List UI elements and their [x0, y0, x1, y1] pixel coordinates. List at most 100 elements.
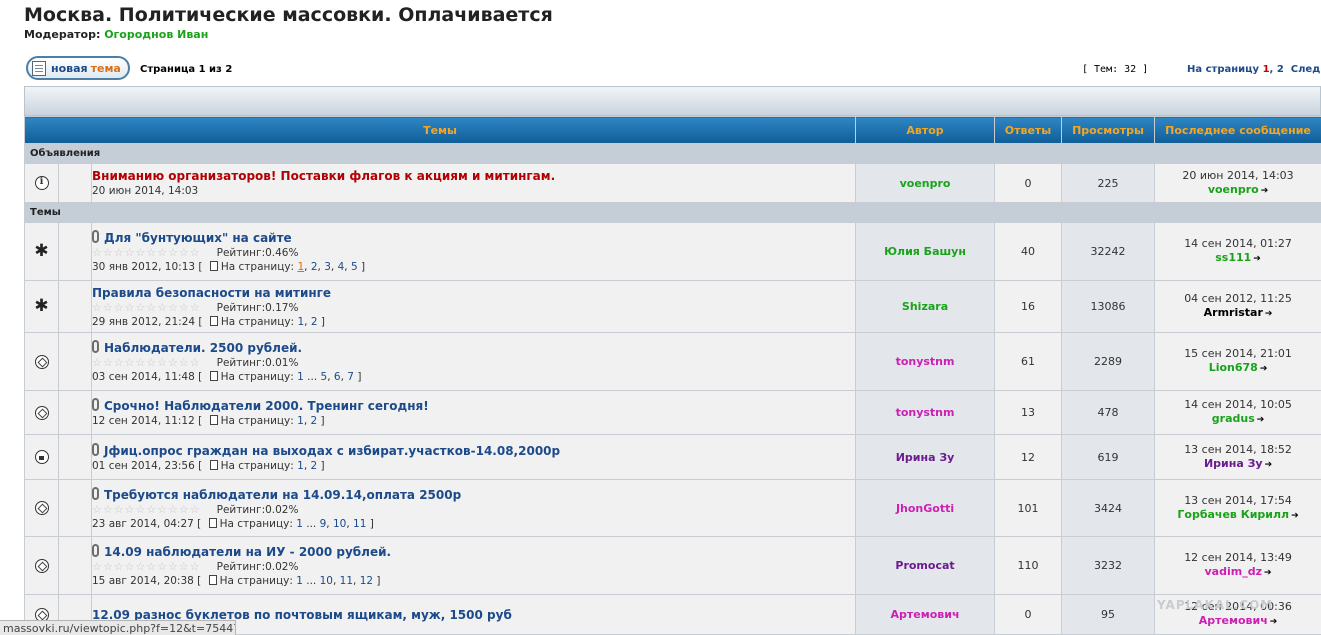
- topic-views: 13086: [1061, 280, 1156, 333]
- topic-date: 29 янв 2012, 21:24 [: [92, 315, 206, 328]
- topic-date: 12 сен 2014, 11:12 [: [92, 415, 206, 427]
- topic-author[interactable]: JhonGotti: [855, 479, 996, 537]
- topic-date: 03 сен 2014, 11:48 [: [92, 371, 206, 383]
- col-header-last-post[interactable]: Последнее сообщение: [1154, 116, 1321, 144]
- topic-last-post: 04 сен 2012, 11:25 Armristar ➔: [1154, 280, 1321, 333]
- new-topic-label-1: новая: [51, 61, 88, 75]
- topic-title-link[interactable]: Требуются наблюдатели на 14.09.14,оплата…: [104, 488, 461, 502]
- col-header-author[interactable]: Автор: [855, 116, 996, 144]
- topic-page-link[interactable]: 5: [321, 371, 328, 383]
- topic-page-link[interactable]: 11: [340, 575, 353, 587]
- goto-last-post-icon[interactable]: ➔: [1265, 458, 1273, 472]
- topic-page-link[interactable]: 2: [311, 316, 318, 328]
- topic-page-link[interactable]: 1: [296, 518, 303, 530]
- topic-title-link[interactable]: Наблюдатели. 2500 рублей.: [104, 341, 302, 355]
- topic-page-link[interactable]: 2: [311, 460, 318, 472]
- last-post-user[interactable]: Armristar: [1204, 306, 1263, 319]
- goto-page-label: На страницу:: [220, 261, 298, 273]
- last-post-user[interactable]: Артемович: [1199, 614, 1268, 627]
- goto-last-post-icon[interactable]: ➔: [1260, 362, 1268, 376]
- goto-last-post-icon[interactable]: ➔: [1265, 307, 1273, 321]
- topic-page-link[interactable]: 7: [347, 371, 354, 383]
- pages-icon: [209, 415, 218, 425]
- topic-author[interactable]: Артемович: [855, 594, 996, 635]
- goto-last-post-icon[interactable]: ➔: [1291, 509, 1299, 523]
- last-post-user[interactable]: ss111: [1215, 251, 1251, 264]
- topic-page-link[interactable]: 1: [297, 415, 304, 427]
- topic-author[interactable]: Promocat: [855, 536, 996, 595]
- pages-icon: [209, 459, 218, 470]
- topic-page-link[interactable]: 6: [334, 371, 341, 383]
- topic-author[interactable]: Ирина Зу: [855, 434, 996, 480]
- topic-extra-cell: [58, 222, 92, 281]
- rating-row: ☆☆☆☆☆☆☆☆☆☆ Рейтинг:0.02%: [92, 560, 855, 573]
- last-post-user[interactable]: voenpro: [1208, 183, 1259, 196]
- goto-last-post-icon[interactable]: ➔: [1257, 413, 1265, 427]
- rating-stars[interactable]: ☆☆☆☆☆☆☆☆☆☆: [92, 246, 201, 259]
- topics-table-wrap: Темы Автор Ответы Просмотры Последнее со…: [23, 86, 1321, 635]
- topic-page-link[interactable]: 4: [338, 261, 345, 273]
- announcement-title-link[interactable]: Вниманию организаторов! Поставки флагов …: [92, 169, 555, 183]
- topic-title-link[interactable]: 14.09 наблюдатели на ИУ - 2000 рублей.: [104, 545, 391, 559]
- topic-page-link[interactable]: 2: [311, 261, 318, 273]
- moderator-name-link[interactable]: Огороднов Иван: [104, 28, 208, 41]
- topic-icon: [34, 405, 49, 420]
- topic-page-link[interactable]: 1: [296, 575, 303, 587]
- topic-title-link[interactable]: Jфиц.опрос граждан на выходах с избират.…: [104, 444, 560, 458]
- last-post-user[interactable]: gradus: [1212, 412, 1255, 425]
- rating-stars[interactable]: ☆☆☆☆☆☆☆☆☆☆: [92, 356, 201, 369]
- last-post-user[interactable]: Lion678: [1209, 361, 1258, 374]
- col-header-views[interactable]: Просмотры: [1061, 116, 1156, 144]
- topic-date: 30 янв 2012, 10:13 [: [92, 261, 206, 273]
- topic-page-link[interactable]: 12: [360, 575, 373, 587]
- rating-stars[interactable]: ☆☆☆☆☆☆☆☆☆☆: [92, 301, 201, 314]
- col-header-replies[interactable]: Ответы: [994, 116, 1063, 144]
- topic-author[interactable]: tonystnm: [855, 332, 996, 391]
- announcement-author[interactable]: voenpro: [855, 163, 996, 203]
- topic-meta: 03 сен 2014, 11:48 [ На страницу: 1 ... …: [92, 371, 362, 383]
- last-post-time: 12 сен 2014, 13:49: [1184, 551, 1292, 564]
- announcement-date: 20 июн 2014, 14:03: [92, 185, 199, 197]
- topic-title-link[interactable]: Правила безопасности на митинге: [92, 286, 331, 300]
- topic-author[interactable]: Юлия Башун: [855, 222, 996, 281]
- goto-last-post-icon[interactable]: ➔: [1253, 252, 1261, 266]
- topic-icon: [34, 354, 49, 369]
- topic-title-link[interactable]: Для "бунтующих" на сайте: [104, 231, 292, 245]
- topic-page-link[interactable]: 1: [297, 261, 304, 273]
- topic-date: 01 сен 2014, 23:56 [: [92, 459, 206, 472]
- topic-views: 478: [1061, 390, 1156, 435]
- hot-topic-icon: ✱: [34, 241, 49, 261]
- topic-row: ✱ Для "бунтующих" на сайте ☆☆☆☆☆☆☆☆☆☆ Рейти…: [24, 222, 1321, 281]
- goto-last-post-icon[interactable]: ➔: [1261, 184, 1269, 198]
- goto-last-post-icon[interactable]: ➔: [1264, 566, 1272, 580]
- last-post-user[interactable]: vadim_dz: [1205, 565, 1262, 578]
- rating-stars[interactable]: ☆☆☆☆☆☆☆☆☆☆: [92, 560, 201, 573]
- topic-page-link[interactable]: 10: [333, 518, 346, 530]
- topic-page-link[interactable]: 2: [311, 415, 318, 427]
- topic-title-link[interactable]: Срочно! Наблюдатели 2000. Тренинг сегодн…: [104, 399, 429, 413]
- topic-last-post: 15 сен 2014, 21:01 Lion678 ➔: [1154, 332, 1321, 391]
- last-post-user[interactable]: Ирина Зу: [1204, 457, 1263, 470]
- topic-page-link[interactable]: 5: [351, 261, 358, 273]
- topic-page-link[interactable]: 1: [297, 371, 304, 383]
- pager-page-2[interactable]: 2: [1277, 64, 1284, 75]
- topic-page-link[interactable]: 1: [297, 460, 304, 472]
- new-topic-button[interactable]: новая тема: [26, 56, 130, 80]
- topic-author[interactable]: tonystnm: [855, 390, 996, 435]
- rating-stars[interactable]: ☆☆☆☆☆☆☆☆☆☆: [92, 503, 201, 516]
- topic-page-link[interactable]: 3: [324, 261, 331, 273]
- topic-author[interactable]: Shizara: [855, 280, 996, 333]
- rating-row: ☆☆☆☆☆☆☆☆☆☆ Рейтинг:0.02%: [92, 503, 855, 516]
- goto-last-post-icon[interactable]: ➔: [1270, 615, 1278, 629]
- topic-page-link[interactable]: 11: [353, 518, 366, 530]
- topic-page-link[interactable]: 1: [297, 316, 304, 328]
- pager-next-link[interactable]: След.: [1291, 64, 1321, 75]
- topic-page-link[interactable]: 9: [320, 518, 327, 530]
- forum-title: Москва. Политические массовки. Оплачивае…: [24, 4, 553, 26]
- topic-page-link[interactable]: 10: [320, 575, 333, 587]
- last-post-user[interactable]: Горбачев Кирилл: [1177, 508, 1289, 521]
- topic-extra-cell: [58, 390, 92, 435]
- col-header-topics[interactable]: Темы: [23, 116, 857, 144]
- topic-date: 23 авг 2014, 04:27 [: [92, 517, 205, 530]
- topic-main-cell: Наблюдатели. 2500 рублей. ☆☆☆☆☆☆☆☆☆☆ Рейти…: [90, 332, 857, 391]
